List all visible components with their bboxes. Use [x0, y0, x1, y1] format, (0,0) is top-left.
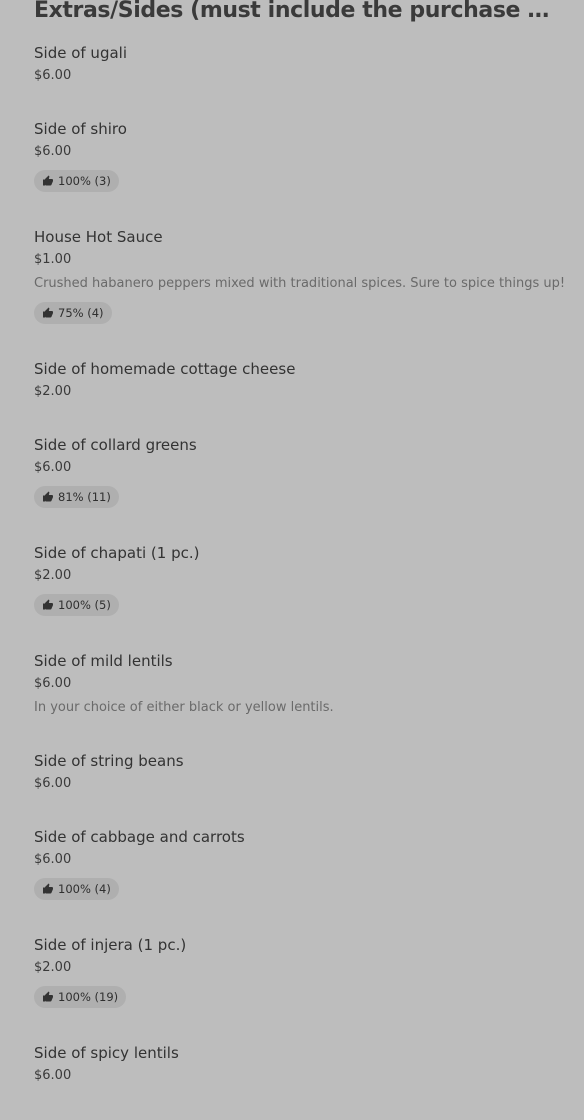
rating-text: 100% (4) [58, 882, 111, 896]
menu-item[interactable]: Side of mild lentils $6.00 In your choic… [34, 650, 564, 718]
item-name: Side of shiro [34, 120, 127, 138]
menu-item[interactable]: Side of string beans $6.00 [34, 750, 564, 794]
menu-item[interactable]: Side of collard greens $6.00 81% (11) [34, 434, 564, 508]
menu-item[interactable]: House Hot Sauce $1.00 Crushed habanero p… [34, 226, 564, 324]
item-name: Side of mild lentils [34, 652, 173, 670]
rating-badge: 81% (11) [34, 486, 119, 508]
menu-section: Extras/Sides (must include the purchase … [0, 0, 584, 1120]
item-description: In your choice of either black or yellow… [34, 700, 334, 715]
item-name: Side of cabbage and carrots [34, 828, 245, 846]
item-price: $6.00 [34, 1068, 72, 1083]
rating-badge: 100% (19) [34, 986, 127, 1008]
item-price: $2.00 [34, 568, 72, 583]
rating-badge: 75% (4) [34, 302, 112, 324]
item-price: $2.00 [34, 960, 72, 975]
rating-badge: 100% (4) [34, 878, 119, 900]
rating-text: 100% (3) [58, 174, 111, 188]
menu-item[interactable]: Side of cabbage and carrots $6.00 100% (… [34, 826, 564, 900]
item-description: Crushed habanero peppers mixed with trad… [34, 276, 564, 291]
item-name: Side of collard greens [34, 436, 197, 454]
section-title: Extras/Sides (must include the purchase … [34, 0, 554, 23]
item-name: Side of ugali [34, 44, 127, 62]
thumbs-up-icon [43, 307, 53, 318]
item-name: Side of homemade cottage cheese [34, 360, 296, 378]
thumbs-up-icon [43, 991, 53, 1002]
item-price: $6.00 [34, 776, 72, 791]
menu-item[interactable]: Side of shiro $6.00 100% (3) [34, 118, 564, 192]
item-name: Side of spicy lentils [34, 1044, 179, 1062]
rating-text: 81% (11) [58, 490, 111, 504]
item-price: $1.00 [34, 252, 72, 267]
item-price: $6.00 [34, 852, 72, 867]
thumbs-up-icon [43, 175, 53, 186]
rating-text: 100% (19) [58, 990, 119, 1004]
thumbs-up-icon [43, 599, 53, 610]
rating-text: 75% (4) [58, 306, 104, 320]
item-price: $6.00 [34, 676, 72, 691]
menu-item[interactable]: Side of ugali $6.00 [34, 42, 564, 86]
thumbs-up-icon [43, 883, 53, 894]
rating-badge: 100% (3) [34, 170, 119, 192]
item-price: $6.00 [34, 460, 72, 475]
thumbs-up-icon [43, 491, 53, 502]
rating-text: 100% (5) [58, 598, 111, 612]
item-name: Side of injera (1 pc.) [34, 936, 187, 954]
item-name: Side of string beans [34, 752, 184, 770]
item-name: House Hot Sauce [34, 228, 163, 246]
item-price: $2.00 [34, 384, 72, 399]
menu-item[interactable]: Side of chapati (1 pc.) $2.00 100% (5) [34, 542, 564, 616]
menu-item[interactable]: Side of spicy lentils $6.00 [34, 1042, 564, 1086]
menu-item[interactable]: Side of homemade cottage cheese $2.00 [34, 358, 564, 402]
menu-item[interactable]: Side of injera (1 pc.) $2.00 100% (19) [34, 934, 564, 1008]
item-price: $6.00 [34, 144, 72, 159]
rating-badge: 100% (5) [34, 594, 119, 616]
item-name: Side of chapati (1 pc.) [34, 544, 200, 562]
item-price: $6.00 [34, 68, 72, 83]
